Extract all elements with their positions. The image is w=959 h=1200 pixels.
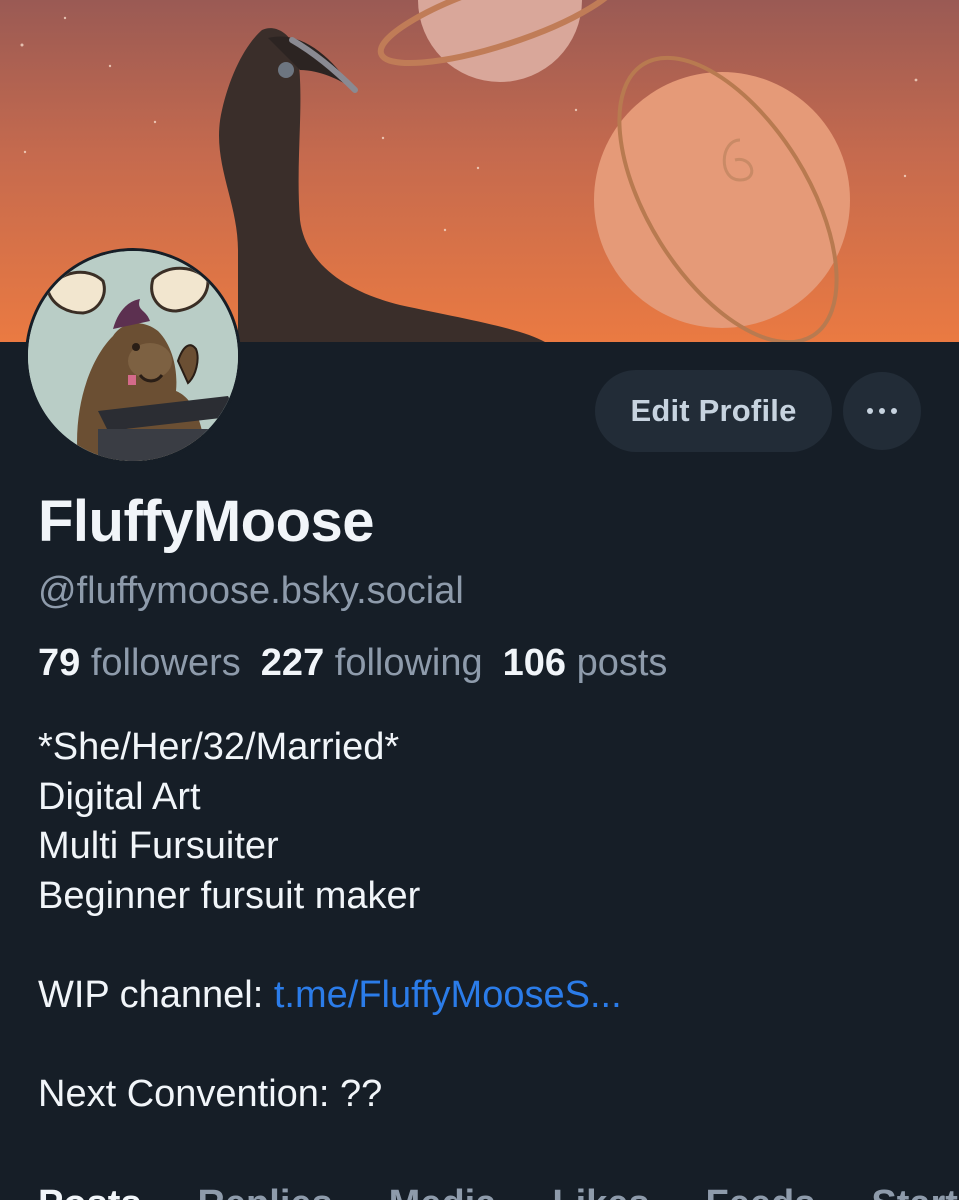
- wip-label: WIP channel:: [38, 973, 274, 1016]
- more-options-button[interactable]: [843, 372, 921, 450]
- posts-stat: 106 posts: [503, 642, 668, 684]
- bio-line: Digital Art: [38, 775, 201, 818]
- posts-label: posts: [576, 642, 668, 684]
- bio-line: Multi Fursuiter: [38, 825, 279, 867]
- tab-likes[interactable]: Likes: [552, 1183, 649, 1200]
- profile-bio: *She/Her/32/Married* Digital Art Multi F…: [38, 723, 622, 1119]
- followers-count: 79: [38, 642, 81, 684]
- profile-page: Edit Profile FluffyMoose @fluffymoose.bs…: [0, 0, 959, 1200]
- bio-line: Beginner fursuit maker: [38, 874, 421, 917]
- posts-count: 106: [502, 642, 567, 684]
- tab-posts[interactable]: Posts: [38, 1183, 141, 1200]
- profile-stats: 79 followers 227 following 106 posts: [38, 642, 667, 685]
- tab-replies[interactable]: Replies: [197, 1183, 332, 1200]
- following-stat[interactable]: 227 following: [261, 642, 483, 684]
- profile-tabs: Posts Replies Media Likes Feeds Starter …: [38, 1183, 959, 1200]
- following-label: following: [334, 642, 483, 684]
- handle: @fluffymoose.bsky.social: [38, 570, 464, 612]
- avatar[interactable]: [25, 248, 241, 464]
- bio-spacer: [38, 1020, 622, 1070]
- bio-convention-line: Next Convention: ??: [38, 1072, 383, 1115]
- edit-profile-button[interactable]: Edit Profile: [595, 370, 832, 452]
- bio-wip-line: WIP channel: t.me/FluffyMooseS...: [38, 971, 622, 1021]
- bio-line: *She/Her/32/Married*: [38, 726, 400, 768]
- following-count: 227: [260, 642, 325, 684]
- tab-starter-packs[interactable]: Starter Packs: [871, 1183, 959, 1200]
- tab-feeds[interactable]: Feeds: [706, 1183, 816, 1200]
- display-name: FluffyMoose: [38, 489, 375, 554]
- followers-label: followers: [90, 642, 241, 684]
- bio-spacer: [38, 921, 622, 971]
- ellipsis-icon: [867, 408, 897, 414]
- avatar-illustration: [28, 251, 238, 461]
- tab-media[interactable]: Media: [389, 1183, 497, 1200]
- followers-stat[interactable]: 79 followers: [38, 642, 241, 684]
- wip-channel-link[interactable]: t.me/FluffyMooseS...: [274, 974, 622, 1016]
